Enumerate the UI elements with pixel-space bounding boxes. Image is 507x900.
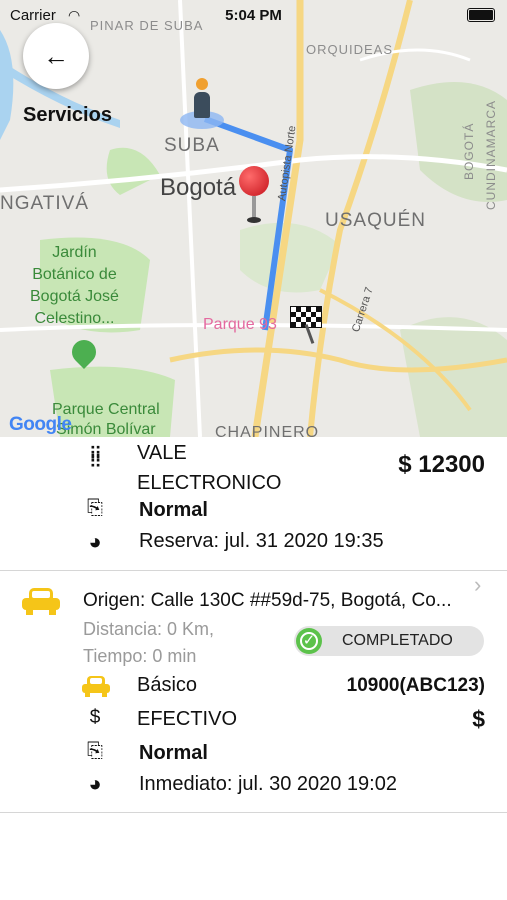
clock-icon: ◕ [88,771,102,796]
page-title: Servicios [23,104,112,126]
finish-flag-icon [288,306,322,346]
arrow-left-icon: ← [43,41,69,71]
clock-icon: ◕ [88,529,102,554]
service-price: $ 12300 [398,451,485,478]
vehicle-plate: 10900(ABC123) [346,675,485,696]
back-button[interactable]: ← [23,23,89,89]
divider [0,570,507,571]
map-view[interactable]: Carrier ◠ 5:04 PM PINAR DE SUBA ORQUIDEA… [0,0,507,437]
google-logo: Google [9,414,72,435]
map-label-cundinamarca: CUNDINAMARCA [484,99,498,210]
grid-dots-icon: ⠿ ⠿ [88,444,102,472]
map-label-bogota: Bogotá [160,174,237,201]
chevron-right-icon[interactable]: › [474,572,481,598]
map-label-pinar: PINAR DE SUBA [90,18,204,33]
map-label-chapinero: CHAPINERO [215,424,320,437]
service-schedule: Reserva: jul. 31 2020 19:35 [139,530,384,552]
payment-method-label: EFECTIVO [137,708,238,730]
distance-text: Distancia: 0 Km, [83,619,215,639]
payment-method-label: VALE ELECTRONICO [137,442,282,494]
map-label-bogota-vertical: BOGOTÁ [462,122,476,180]
map-label-usaquen: USAQUÉN [325,210,426,231]
divider [0,812,507,813]
status-time: 5:04 PM [225,7,282,24]
user-location-icon [193,78,211,120]
map-label-jardin: Jardín Botánico de Bogotá José Celestino… [30,244,119,327]
map-label-orquideas: ORQUIDEAS [306,42,394,57]
taxi-icon [22,586,60,616]
destination-pin-icon [236,166,272,230]
service-type: Normal [139,742,208,764]
service-schedule: Inmediato: jul. 30 2020 19:02 [139,773,397,795]
check-circle-icon: ✓ [296,628,322,654]
service-type: Normal [139,499,208,521]
luggage-icon: ⎘ [87,740,103,762]
status-bar: Carrier ◠ 5:04 PM [0,0,507,30]
vehicle-type: Básico [137,674,198,696]
luggage-icon: ⎘ [87,497,103,519]
map-label-suba: SUBA [164,135,220,156]
battery-icon [467,8,495,22]
dollar-icon: $ [89,707,101,728]
car-icon [82,676,110,698]
map-label-parque93: Parque 93 [203,316,277,333]
map-label-engativa: NGATIVÁ [0,193,89,214]
time-text: Tiempo: 0 min [83,646,197,666]
payment-symbol: $ [472,706,485,732]
status-badge: ✓ COMPLETADO [294,626,484,656]
origin-address: Origen: Calle 130C ##59d-75, Bogotá, Co.… [83,590,452,611]
status-label: COMPLETADO [342,632,453,649]
